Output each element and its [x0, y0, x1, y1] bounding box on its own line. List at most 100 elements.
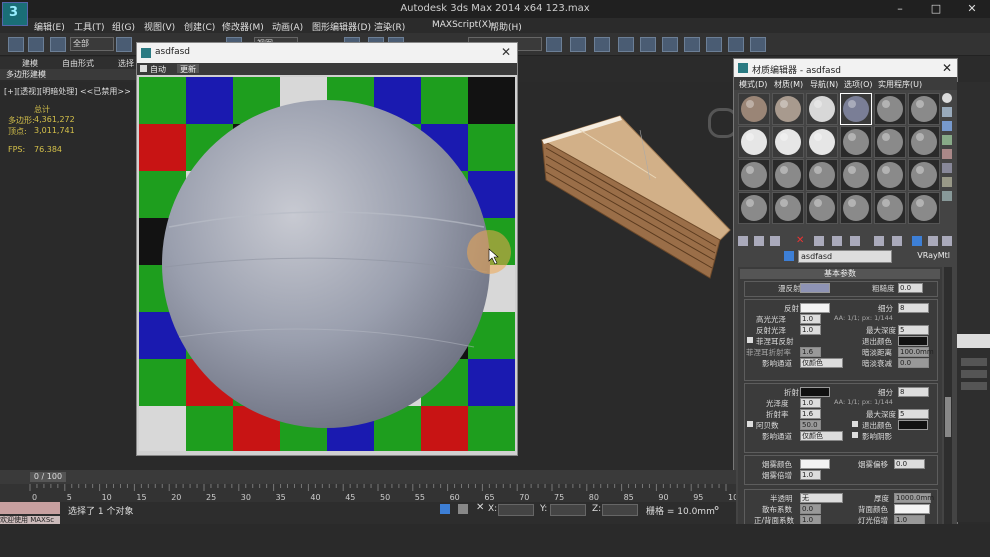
ior-field[interactable]: 1.6 [800, 409, 821, 419]
translucency-select[interactable]: 无 [800, 493, 843, 503]
fresnel-checkbox[interactable] [747, 337, 753, 343]
mated-menu-options[interactable]: 选项(O) [844, 79, 873, 90]
go-forward-sibling-icon[interactable] [942, 236, 952, 246]
reflect-affect-channels-select[interactable]: 仅颜色 [800, 358, 843, 368]
graphite-icon[interactable] [618, 37, 634, 52]
material-slot[interactable] [874, 192, 906, 224]
put-to-scene-icon[interactable] [754, 236, 764, 246]
mated-menu-mode[interactable]: 模式(D) [739, 79, 767, 90]
reflect-subdivs-field[interactable]: 8 [898, 303, 929, 313]
params-scrollbar[interactable] [944, 267, 952, 527]
material-slot[interactable] [772, 159, 804, 191]
bench-object[interactable] [540, 110, 740, 290]
mated-menu-utilities[interactable]: 实用程序(U) [878, 79, 922, 90]
pick-material-icon[interactable] [784, 251, 794, 261]
sample-type-icon[interactable] [942, 93, 952, 103]
mated-title-bar[interactable]: 材质编辑器 - asdfasd ✕ [734, 59, 957, 77]
menu-item-2[interactable]: 组(G) [112, 20, 135, 33]
key-icon[interactable]: ⚬ [712, 502, 721, 515]
material-name-field[interactable]: asdfasd [798, 250, 892, 263]
abbe-checkbox[interactable] [747, 421, 753, 427]
material-slot[interactable] [908, 93, 940, 125]
get-material-icon[interactable] [738, 236, 748, 246]
z-coord-field[interactable] [602, 504, 638, 516]
video-check-icon[interactable] [942, 149, 952, 159]
backlight-icon[interactable] [942, 107, 952, 117]
material-slot[interactable] [772, 93, 804, 125]
material-slot[interactable] [772, 192, 804, 224]
material-type-button[interactable]: VRayMtl [892, 250, 950, 261]
curve-editor-icon[interactable] [640, 37, 656, 52]
auto-checkbox[interactable] [140, 65, 147, 72]
preview-close-icon[interactable]: ✕ [501, 45, 511, 59]
track-bar[interactable]: 0 5 10 15 20 25 30 35 40 45 50 55 60 65 70 75 80 85 90 95 10… [0, 484, 743, 502]
basic-params-rollout[interactable]: 基本参数 [740, 269, 940, 279]
menu-item-10[interactable]: 帮助(H) [490, 20, 522, 33]
render-teapot-icon[interactable] [750, 37, 766, 52]
menu-item-8[interactable]: 渲染(R) [374, 20, 405, 33]
go-to-parent-icon[interactable] [928, 236, 938, 246]
undo-icon[interactable] [8, 37, 24, 52]
tab-freeform[interactable]: 自由形式 [62, 58, 94, 69]
assign-to-selection-icon[interactable] [770, 236, 780, 246]
back-color-swatch[interactable] [894, 504, 930, 514]
mated-menu-navigation[interactable]: 导航(N) [810, 79, 838, 90]
dim-falloff-field[interactable]: 0.0 [898, 358, 929, 368]
refract-max-depth-field[interactable]: 5 [898, 409, 929, 419]
refract-exit-color-checkbox[interactable] [852, 421, 858, 427]
copy-material-icon[interactable] [814, 236, 824, 246]
align-icon[interactable] [570, 37, 586, 52]
options-icon[interactable] [942, 177, 952, 187]
refract-affect-channels-select[interactable]: 仅颜色 [800, 431, 843, 441]
affect-shadows-checkbox[interactable] [852, 432, 858, 438]
hilight-gloss-field[interactable]: 1.0 [800, 314, 821, 324]
reset-map-icon[interactable]: ✕ [796, 235, 804, 246]
update-button[interactable]: 更新 [177, 64, 199, 74]
refract-exit-color-swatch[interactable] [898, 420, 928, 430]
refract-gloss-field[interactable]: 1.0 [800, 398, 821, 408]
fog-multiplier-field[interactable]: 1.0 [800, 470, 821, 480]
side-field-2[interactable] [961, 370, 987, 378]
put-to-library-icon[interactable] [850, 236, 860, 246]
scatter-field[interactable]: 0.0 [800, 504, 821, 514]
select-icon[interactable] [116, 37, 132, 52]
material-editor-icon[interactable] [684, 37, 700, 52]
menu-item-0[interactable]: 编辑(E) [34, 20, 65, 33]
fog-color-swatch[interactable] [800, 459, 830, 469]
dim-distance-field[interactable]: 100.0mm [898, 347, 934, 357]
selection-lock-icon[interactable] [440, 504, 450, 514]
viewport-label[interactable]: [+][透视][明暗处理] <<已禁用>> [4, 86, 131, 97]
side-panel-header[interactable] [957, 334, 990, 348]
material-slot[interactable] [840, 159, 872, 191]
diffuse-swatch[interactable] [800, 283, 830, 293]
mirror-icon[interactable] [546, 37, 562, 52]
redo-icon[interactable] [28, 37, 44, 52]
roughness-field[interactable]: 0.0 [898, 283, 923, 293]
time-slider-thumb[interactable]: 0 / 100 [30, 472, 66, 482]
selection-filter-select[interactable]: 全部 [70, 37, 114, 51]
show-end-result-icon[interactable] [912, 236, 922, 246]
mated-menu-material[interactable]: 材质(M) [774, 79, 803, 90]
reflect-exit-color-swatch[interactable] [898, 336, 928, 346]
reflect-swatch[interactable] [800, 303, 830, 313]
padlock-icon[interactable] [458, 504, 468, 514]
menu-item-1[interactable]: 工具(T) [74, 20, 105, 33]
schematic-icon[interactable] [662, 37, 678, 52]
refract-swatch[interactable] [800, 387, 830, 397]
minimize-icon[interactable]: – [890, 2, 910, 16]
layer-icon[interactable] [594, 37, 610, 52]
material-slot[interactable] [908, 192, 940, 224]
side-field-1[interactable] [961, 358, 987, 366]
material-slot[interactable] [908, 159, 940, 191]
app-logo-icon[interactable]: 3 [2, 2, 28, 26]
tab-selection[interactable]: 选择 [118, 58, 134, 69]
abbe-field[interactable]: 50.0 [800, 420, 821, 430]
mated-close-icon[interactable]: ✕ [942, 61, 952, 75]
material-slot[interactable] [806, 126, 838, 158]
tab-modeling[interactable]: 建模 [22, 58, 38, 69]
polygon-modeling-bar[interactable]: 多边形建模 [0, 69, 142, 80]
material-preview-window[interactable]: asdfasd ✕ 自动 更新 [136, 42, 518, 456]
show-map-icon[interactable] [892, 236, 902, 246]
preview-title-bar[interactable]: asdfasd ✕ [137, 43, 517, 63]
material-slot[interactable] [874, 159, 906, 191]
